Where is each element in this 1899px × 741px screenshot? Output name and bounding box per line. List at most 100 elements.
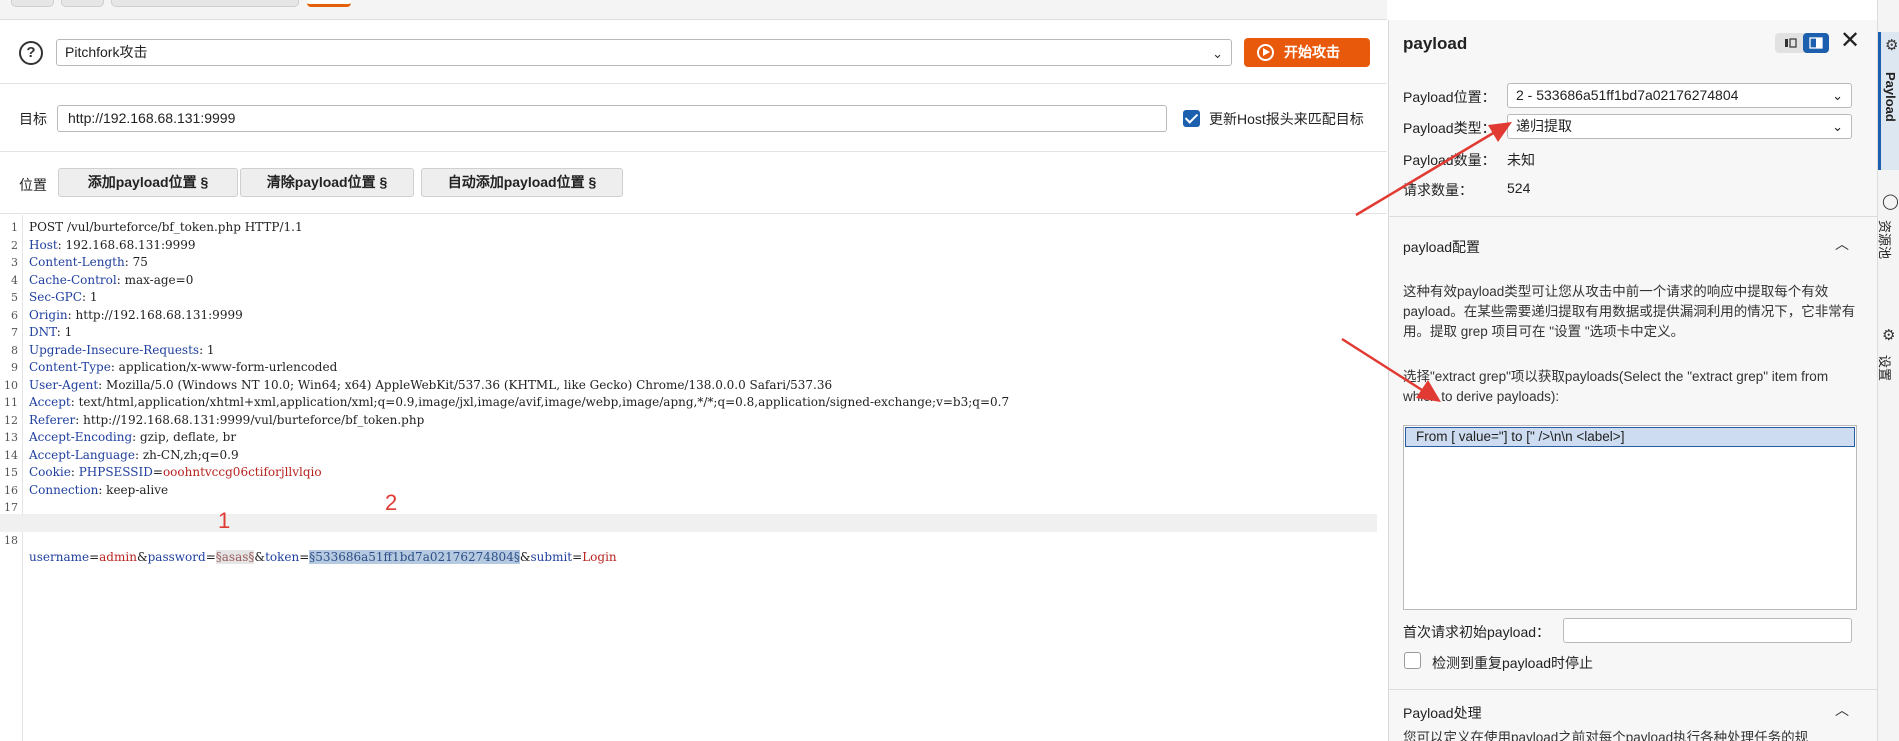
header-separator: : — [199, 342, 207, 357]
request-editor[interactable]: 1 POST /vul/burteforce/bf_token.php HTTP/… — [0, 215, 1387, 741]
extract-grep-list[interactable]: From [ value="] to [" />\n\n <label>] — [1403, 425, 1857, 610]
cookie-name: PHPSESSID — [78, 465, 153, 479]
request-line[interactable]: 2 Host: 192.168.68.131:9999 — [0, 237, 1377, 255]
play-icon — [1257, 44, 1274, 61]
payload-type-label: Payload类型： — [1403, 120, 1496, 136]
payload-processing-title[interactable]: Payload处理 — [1403, 703, 1482, 723]
request-line-text: Upgrade-Insecure-Requests: 1 — [29, 342, 215, 360]
header-name: Content-Type — [29, 360, 111, 374]
top-tab[interactable] — [111, 0, 299, 7]
add-payload-position-button[interactable]: 添加payload位置 § — [58, 168, 238, 197]
request-line[interactable]: 5 Sec-GPC: 1 — [0, 289, 1377, 307]
payload-position-value: 2 - 533686a51ff1bd7a02176274804 — [1516, 87, 1739, 103]
request-line[interactable]: 12 Referer: http://192.168.68.131:9999/vu… — [0, 412, 1377, 430]
request-line[interactable]: 6 Origin: http://192.168.68.131:9999 — [0, 307, 1377, 325]
header-separator: : — [98, 377, 107, 392]
request-count-value: 524 — [1507, 180, 1531, 196]
side-tab-resources-label[interactable]: 资源池 — [1876, 220, 1895, 259]
initial-payload-label: 首次请求初始payload： — [1403, 624, 1551, 640]
line-number: 5 — [11, 291, 18, 304]
extract-grep-item[interactable]: From [ value="] to [" />\n\n <label>] — [1405, 427, 1855, 447]
line-number: 18 — [4, 533, 18, 547]
request-line[interactable]: 16 Connection: keep-alive — [0, 482, 1377, 500]
line-number: 12 — [4, 413, 18, 427]
split-view-icon[interactable] — [1803, 33, 1829, 53]
chevron-up-icon[interactable]: ︿ — [1835, 700, 1849, 720]
annotation-number-1: 1 — [218, 508, 231, 533]
request-body[interactable]: username=admin&password=§asas§&token=§53… — [29, 549, 617, 567]
request-line[interactable]: 3 Content-Length: 75 — [0, 254, 1377, 272]
header-value: 1 — [206, 342, 215, 357]
header-separator: : — [116, 272, 125, 287]
chevron-down-icon: ⌄ — [1212, 46, 1223, 61]
line-number: 7 — [11, 326, 18, 339]
line-number: 3 — [11, 256, 18, 269]
header-value: application/x-www-form-urlencoded — [118, 360, 338, 374]
payload-type-select[interactable]: 递归提取 ⌄ — [1507, 114, 1852, 139]
request-line-body[interactable]: 18 username=admin&password=§asas§&token=… — [0, 514, 1377, 564]
help-icon[interactable]: ? — [19, 41, 43, 65]
header-name: Referer — [29, 412, 76, 427]
positions-label: 位置 — [19, 177, 47, 193]
payload-position-select[interactable]: 2 - 533686a51ff1bd7a02176274804 ⌄ — [1507, 83, 1852, 108]
payload-type-value: 递归提取 — [1516, 118, 1572, 134]
header-value: gzip, deflate, br — [140, 430, 237, 444]
payload-processing-section: Payload处理 ︿ 您可以定义在使用payload之前对每个payload执… — [1389, 689, 1878, 741]
header-value: 1 — [89, 290, 98, 304]
line-number: 11 — [4, 396, 18, 409]
auto-add-payload-position-button[interactable]: 自动添加payload位置 § — [421, 168, 623, 197]
stop-on-duplicate-label: 检测到重复payload时停止 — [1432, 655, 1594, 671]
line-number: 6 — [11, 308, 18, 322]
target-input[interactable]: http://192.168.68.131:9999 — [57, 105, 1167, 132]
target-label: 目标 — [19, 111, 47, 127]
side-tab-settings-label[interactable]: 设置 — [1876, 355, 1895, 381]
request-line[interactable]: 15 Cookie: PHPSESSID=ooohntvccg06ctiforjl… — [0, 464, 1377, 482]
request-line[interactable]: 11 Accept: text/html,application/xhtml+xm… — [0, 394, 1377, 412]
header-separator: : — [70, 395, 79, 409]
request-line[interactable]: 4 Cache-Control: max-age=0 — [0, 272, 1377, 290]
header-name: Accept-Language — [29, 447, 135, 462]
header-value: POST /vul/burteforce/bf_token.php HTTP/1… — [29, 220, 303, 234]
side-tab-payload[interactable]: ⚙ Payload — [1878, 32, 1899, 170]
chevron-down-icon: ⌄ — [1832, 88, 1843, 103]
header-separator: : — [57, 237, 66, 252]
request-line[interactable]: 7 DNT: 1 — [0, 324, 1377, 342]
list-view-icon[interactable] — [1779, 36, 1801, 50]
clear-payload-position-button[interactable]: 清除payload位置 § — [240, 168, 414, 197]
resource-pool-icon[interactable]: ◯ — [1882, 192, 1899, 210]
attack-type-select[interactable]: Pitchfork攻击 ⌄ — [56, 39, 1232, 66]
payload-marker-token[interactable]: §533686a51ff1bd7a02176274804§ — [309, 550, 520, 564]
header-separator: : — [134, 447, 143, 462]
header-separator: : — [132, 430, 140, 444]
initial-payload-input[interactable] — [1563, 618, 1852, 643]
header-name: Cache-Control — [29, 272, 117, 287]
top-tab-active[interactable] — [307, 0, 351, 7]
request-line-text: Origin: http://192.168.68.131:9999 — [29, 307, 243, 325]
stop-on-duplicate-checkbox[interactable] — [1404, 652, 1421, 669]
request-count-label: 请求数量： — [1403, 182, 1473, 198]
payload-panel-title: payload — [1403, 34, 1468, 53]
request-line-text: Connection: keep-alive — [29, 482, 168, 500]
header-value: http://192.168.68.131:9999 — [75, 307, 243, 322]
request-line[interactable]: 9 Content-Type: application/x-www-form-ur… — [0, 359, 1377, 377]
request-line[interactable]: 1 POST /vul/burteforce/bf_token.php HTTP/… — [0, 219, 1377, 237]
start-attack-label: 开始攻击 — [1284, 44, 1340, 60]
close-icon[interactable]: ✕ — [1840, 29, 1860, 53]
update-host-checkbox[interactable] — [1183, 110, 1200, 127]
top-tab[interactable] — [61, 0, 104, 7]
payload-marker-password[interactable]: §asas§ — [215, 550, 255, 564]
top-tab-strip — [0, 0, 1387, 20]
line-number: 13 — [4, 431, 18, 444]
request-line[interactable]: 10 User-Agent: Mozilla/5.0 (Windows NT 10… — [0, 377, 1377, 395]
top-tab[interactable] — [11, 0, 54, 7]
gear-icon[interactable]: ⚙ — [1882, 326, 1895, 344]
request-line[interactable]: 14 Accept-Language: zh-CN,zh;q=0.9 — [0, 447, 1377, 465]
payload-config-title[interactable]: payload配置 — [1403, 237, 1480, 257]
request-line-text: User-Agent: Mozilla/5.0 (Windows NT 10.0… — [29, 377, 832, 395]
chevron-up-icon[interactable]: ︿ — [1835, 234, 1849, 254]
request-line[interactable]: 8 Upgrade-Insecure-Requests: 1 — [0, 342, 1377, 360]
start-attack-button[interactable]: 开始攻击 — [1244, 38, 1370, 67]
target-row: 目标 http://192.168.68.131:9999 更新Host报头来匹… — [0, 85, 1387, 152]
header-value: http://192.168.68.131:9999/vul/burteforc… — [83, 412, 425, 427]
request-line[interactable]: 13 Accept-Encoding: gzip, deflate, br — [0, 429, 1377, 447]
